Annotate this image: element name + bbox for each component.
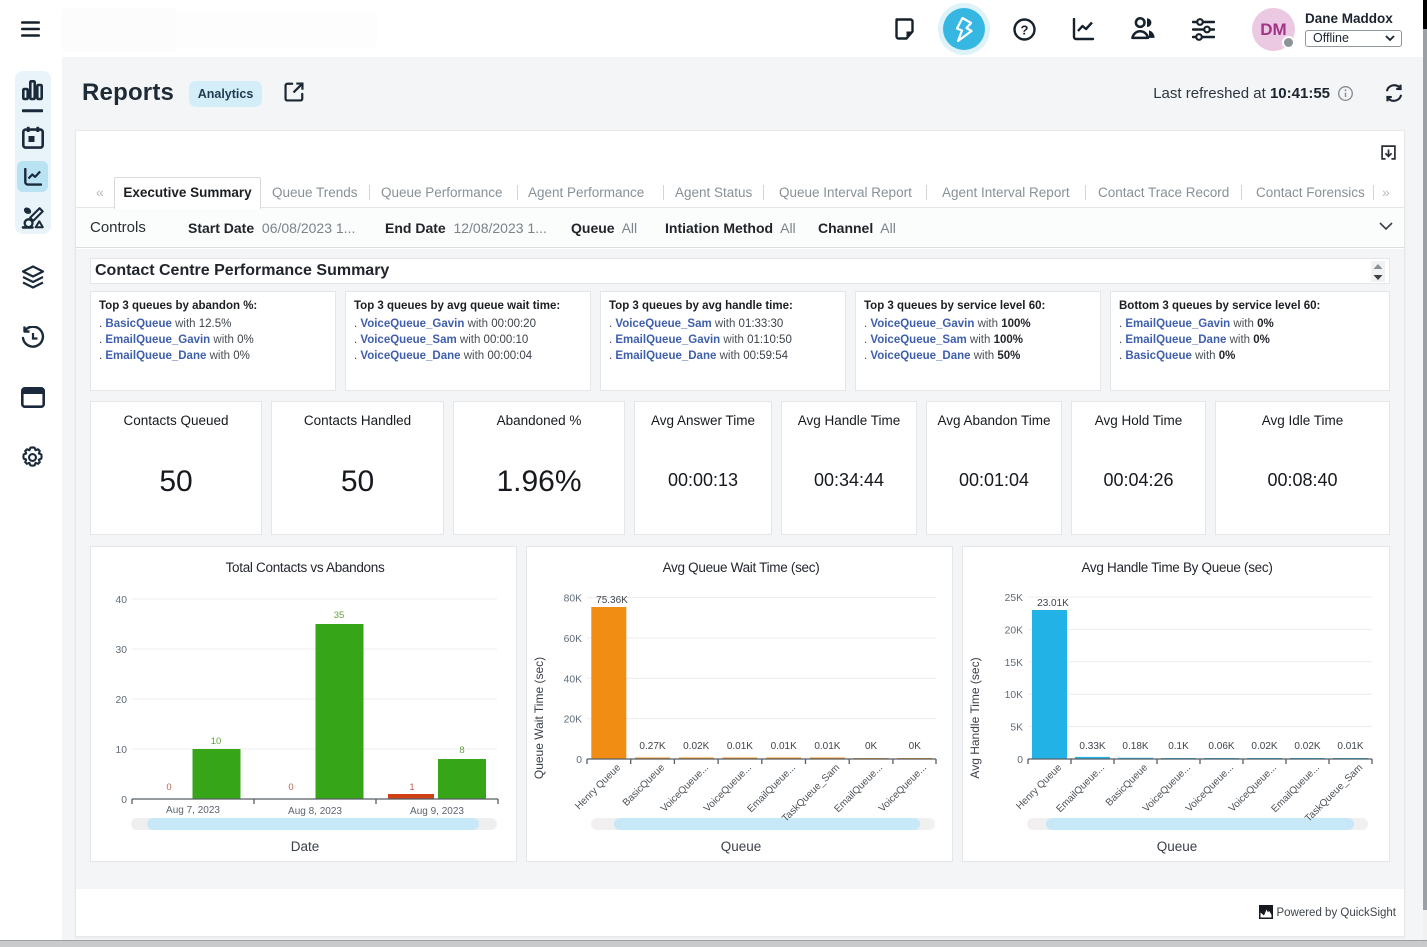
svg-text:0K: 0K: [909, 741, 922, 752]
svg-text:0: 0: [288, 782, 293, 793]
svg-text:15K: 15K: [1005, 658, 1023, 669]
svg-text:40K: 40K: [564, 674, 582, 685]
svg-text:0.01K: 0.01K: [814, 741, 840, 752]
svg-text:0.01K: 0.01K: [771, 741, 797, 752]
svg-text:23.01K: 23.01K: [1037, 598, 1069, 609]
svg-text:0: 0: [576, 755, 582, 766]
svg-text:1: 1: [409, 782, 414, 793]
svg-text:80K: 80K: [564, 594, 582, 605]
svg-text:Avg Queue Wait Time (sec): Avg Queue Wait Time (sec): [663, 560, 820, 575]
svg-text:20K: 20K: [564, 715, 582, 726]
svg-text:0.02K: 0.02K: [1294, 741, 1320, 752]
svg-text:10K: 10K: [1005, 690, 1023, 701]
svg-text:8: 8: [459, 745, 464, 756]
svg-text:0.01K: 0.01K: [1337, 741, 1363, 752]
svg-text:20K: 20K: [1005, 625, 1023, 636]
svg-text:BasicQueue: BasicQueue: [1104, 762, 1151, 809]
svg-text:Queue: Queue: [1157, 839, 1198, 854]
svg-text:Queue: Queue: [721, 839, 762, 854]
svg-text:0: 0: [121, 795, 127, 806]
svg-text:Avg Handle Time By Queue (sec): Avg Handle Time By Queue (sec): [1081, 560, 1272, 575]
svg-text:5K: 5K: [1010, 723, 1023, 734]
svg-text:0.18K: 0.18K: [1122, 741, 1148, 752]
svg-text:0.33K: 0.33K: [1079, 741, 1105, 752]
svg-text:0.02K: 0.02K: [1251, 741, 1277, 752]
svg-text:0: 0: [1017, 755, 1023, 766]
svg-text:Queue Wait Time (sec): Queue Wait Time (sec): [532, 657, 546, 779]
svg-text:20: 20: [116, 695, 128, 706]
svg-text:Aug 9, 2023: Aug 9, 2023: [410, 806, 464, 817]
svg-text:0.02K: 0.02K: [683, 741, 709, 752]
svg-text:75.36K: 75.36K: [596, 595, 628, 606]
svg-text:0K: 0K: [865, 741, 878, 752]
svg-text:60K: 60K: [564, 634, 582, 645]
svg-text:Henry Queue: Henry Queue: [573, 762, 623, 812]
svg-text:10: 10: [211, 736, 222, 747]
svg-text:0.01K: 0.01K: [727, 741, 753, 752]
svg-text:0.27K: 0.27K: [639, 741, 665, 752]
svg-text:30: 30: [116, 645, 128, 656]
svg-text:Total Contacts vs Abandons: Total Contacts vs Abandons: [226, 560, 385, 575]
svg-text:0.06K: 0.06K: [1208, 741, 1234, 752]
svg-text:0.1K: 0.1K: [1168, 741, 1189, 752]
svg-text:35: 35: [334, 610, 345, 621]
svg-text:40: 40: [116, 595, 128, 606]
svg-text:Aug 7, 2023: Aug 7, 2023: [166, 805, 220, 816]
svg-text:Aug 8, 2023: Aug 8, 2023: [288, 806, 342, 817]
svg-text:?: ?: [1021, 22, 1029, 37]
svg-text:Avg Handle Time (sec): Avg Handle Time (sec): [968, 657, 982, 778]
svg-text:10: 10: [116, 745, 128, 756]
svg-text:0: 0: [166, 782, 171, 793]
svg-text:Date: Date: [291, 839, 320, 854]
svg-text:25K: 25K: [1005, 593, 1023, 604]
svg-text:BasicQueue: BasicQueue: [621, 762, 668, 809]
